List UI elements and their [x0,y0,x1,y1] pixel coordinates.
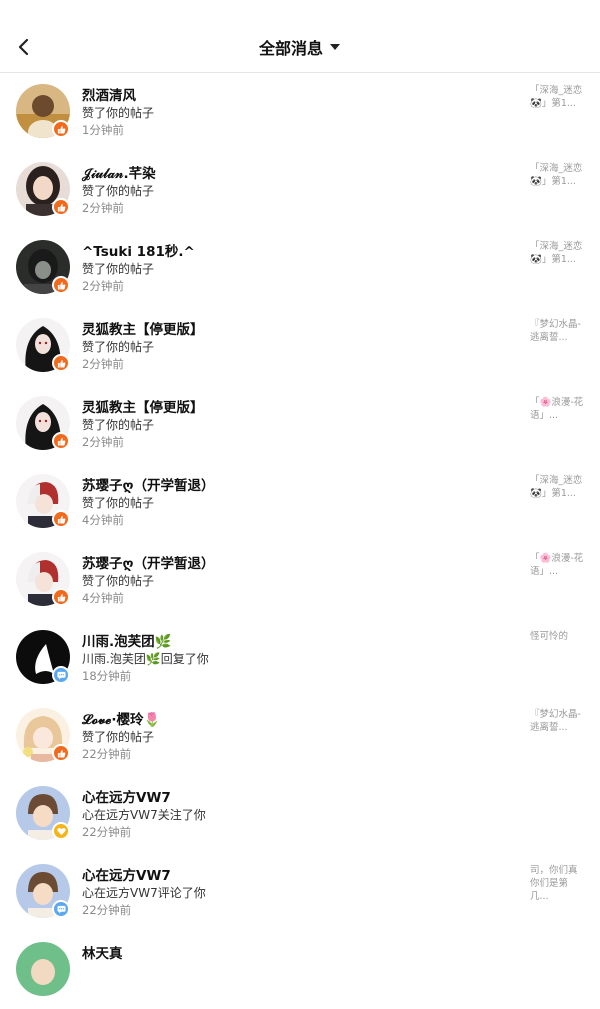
post-preview[interactable]: 『梦幻水晶-逃离誓... [530,708,586,734]
message-action: 赞了你的帖子 [82,730,155,744]
message-item[interactable]: 𝒥𝒾𝓊𝓁𝒶𝓃.芊染 赞了你的帖子 2分钟前 「深海_迷恋🐼」第1... [0,151,600,229]
message-item[interactable]: 林天真 [0,931,600,1009]
message-action: 川雨.泡芙团🌿回复了你 [82,652,209,666]
message-time: 4分钟前 [82,591,124,605]
sender-name[interactable]: 林天真 [82,942,123,962]
post-preview[interactable]: 「深海_迷恋🐼」第1... [530,162,586,188]
message-item[interactable]: 灵狐教主【停更版】 赞了你的帖子 2分钟前 「🌸浪漫-花语」... [0,385,600,463]
like-badge [52,276,70,294]
message-item[interactable]: 𝓛𝓸𝓿𝓮·樱玲🌷 赞了你的帖子 22分钟前 『梦幻水晶-逃离誓... [0,697,600,775]
like-badge [52,198,70,216]
speech-bubble-icon [56,671,66,680]
message-time: 22分钟前 [82,825,132,839]
message-action: 赞了你的帖子 [82,184,155,198]
sender-name[interactable]: 𝒥𝒾𝓊𝓁𝒶𝓃.芊染 [82,162,156,182]
top-bar: 全部消息 [0,0,600,73]
message-time: 2分钟前 [82,201,124,215]
message-item[interactable]: 苏璎子ღ（开学暂退） 赞了你的帖子 4分钟前 「深海_迷恋🐼」第1... [0,463,600,541]
sender-name[interactable]: 灵狐教主【停更版】 [82,396,204,416]
sender-name[interactable]: 𝓛𝓸𝓿𝓮·樱玲🌷 [82,708,160,728]
message-time: 1分钟前 [82,123,124,137]
message-item[interactable]: 烈酒清风 赞了你的帖子 1分钟前 「深海_迷恋🐼」第1... [0,73,600,151]
thumbs-up-icon [57,515,65,524]
comment-preview[interactable]: 司，你们真你们是第几... [530,864,586,903]
message-time: 22分钟前 [82,903,132,917]
sender-name[interactable]: 心在远方VW7 [82,864,171,884]
message-action: 赞了你的帖子 [82,574,155,588]
message-action: 心在远方VW7评论了你 [82,886,206,900]
sender-name[interactable]: 灵狐教主【停更版】 [82,318,204,338]
sender-name[interactable]: 心在远方VW7 [82,786,171,806]
sender-name[interactable]: 烈酒清风 [82,84,136,104]
speech-bubble-icon [56,905,66,914]
follow-badge [52,822,70,840]
like-badge [52,354,70,372]
message-action: 赞了你的帖子 [82,106,155,120]
thumbs-up-icon [57,749,65,758]
thumbs-up-icon [57,359,65,368]
message-time: 2分钟前 [82,279,124,293]
post-preview[interactable]: 「🌸浪漫-花语」... [530,396,586,422]
heart-icon [56,827,66,835]
caret-down-icon [330,44,340,50]
message-time: 2分钟前 [82,435,124,449]
post-preview[interactable]: 「🌸浪漫-花语」... [530,552,586,578]
thumbs-up-icon [57,125,65,134]
comment-badge [52,900,70,918]
message-item[interactable]: ^Tsuki 181秒.^ 赞了你的帖子 2分钟前 「深海_迷恋🐼」第1... [0,229,600,307]
like-badge [52,432,70,450]
message-action: 赞了你的帖子 [82,496,155,510]
comment-badge [52,666,70,684]
sender-name[interactable]: ^Tsuki 181秒.^ [82,240,195,260]
message-time: 18分钟前 [82,669,132,683]
message-item[interactable]: 心在远方VW7 心在远方VW7评论了你 22分钟前 司，你们真你们是第几... [0,853,600,931]
post-preview[interactable]: 「深海_迷恋🐼」第1... [530,240,586,266]
message-item[interactable]: 川雨.泡芙团🌿 川雨.泡芙团🌿回复了你 18分钟前 怪可怜的 [0,619,600,697]
thumbs-up-icon [57,281,65,290]
page-title: 全部消息 [258,39,323,58]
message-item[interactable]: 灵狐教主【停更版】 赞了你的帖子 2分钟前 『梦幻水晶-逃离誓... [0,307,600,385]
sender-name[interactable]: 川雨.泡芙团🌿 [82,630,171,650]
message-filter-dropdown[interactable]: 全部消息 [0,32,600,62]
thumbs-up-icon [57,437,65,446]
sender-name[interactable]: 苏璎子ღ（开学暂退） [82,474,215,494]
like-badge [52,588,70,606]
sender-name[interactable]: 苏璎子ღ（开学暂退） [82,552,215,572]
comment-preview[interactable]: 怪可怜的 [530,630,586,643]
message-action: 赞了你的帖子 [82,340,155,354]
message-action: 赞了你的帖子 [82,262,155,276]
message-time: 4分钟前 [82,513,124,527]
message-time: 2分钟前 [82,357,124,371]
message-action: 心在远方VW7关注了你 [82,808,206,822]
thumbs-up-icon [57,203,65,212]
message-item[interactable]: 心在远方VW7 心在远方VW7关注了你 22分钟前 [0,775,600,853]
thumbs-up-icon [57,593,65,602]
message-item[interactable]: 苏璎子ღ（开学暂退） 赞了你的帖子 4分钟前 「🌸浪漫-花语」... [0,541,600,619]
post-preview[interactable]: 「深海_迷恋🐼」第1... [530,84,586,110]
avatar[interactable] [16,942,70,996]
message-list: 烈酒清风 赞了你的帖子 1分钟前 「深海_迷恋🐼」第1... 𝒥𝒾𝓊𝓁𝒶𝓃.芊染… [0,73,600,1009]
post-preview[interactable]: 『梦幻水晶-逃离誓... [530,318,586,344]
like-badge [52,120,70,138]
like-badge [52,744,70,762]
post-preview[interactable]: 「深海_迷恋🐼」第1... [530,474,586,500]
message-time: 22分钟前 [82,747,132,761]
like-badge [52,510,70,528]
message-action: 赞了你的帖子 [82,418,155,432]
